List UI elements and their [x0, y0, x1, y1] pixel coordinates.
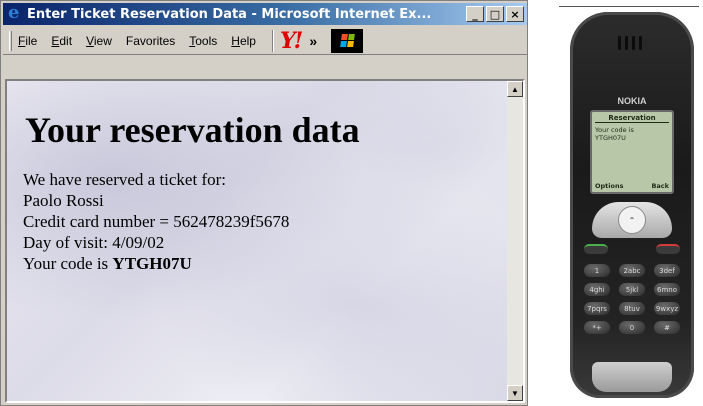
menu-view-label: iew	[93, 33, 112, 48]
key-5[interactable]: 5jkl	[619, 283, 645, 296]
phone-screen-line: Your code is	[595, 126, 634, 134]
nav-key-icon[interactable]: ⌃	[618, 206, 646, 234]
page-heading: Your reservation data	[25, 110, 360, 150]
key-1[interactable]: 1	[584, 264, 610, 277]
menu-favorites[interactable]: Favorites	[126, 34, 175, 48]
toolbar-grip[interactable]	[9, 30, 12, 51]
mobile-phone: NOKIA Reservation Your code is YTGH07U O…	[556, 0, 703, 406]
close-button[interactable]: ×	[506, 6, 524, 22]
title-bar[interactable]: Enter Ticket Reservation Data - Microsof…	[3, 2, 527, 25]
menu-edit-label: dit	[59, 33, 73, 48]
scroll-up-button[interactable]: ▲	[507, 81, 523, 97]
end-key-icon[interactable]	[656, 244, 680, 254]
key-7[interactable]: 7pqrs	[584, 302, 610, 315]
menu-favorites-label: avorites	[133, 33, 176, 48]
menu-tools[interactable]: Tools	[189, 34, 217, 48]
maximize-button[interactable]: □	[486, 6, 504, 22]
softkey-options[interactable]: Options	[595, 182, 623, 190]
phone-softkeys: Options Back	[595, 182, 669, 190]
key-2[interactable]: 2abc	[619, 264, 645, 277]
phone-body: NOKIA Reservation Your code is YTGH07U O…	[570, 12, 694, 398]
phone-screen-code: YTGH07U	[595, 134, 626, 142]
menu-tools-label: ools	[195, 33, 218, 48]
code-prefix: Your code is	[23, 254, 113, 273]
key-4[interactable]: 4ghi	[584, 283, 610, 296]
menu-help[interactable]: Help	[231, 34, 256, 48]
softkey-back[interactable]: Back	[651, 182, 669, 190]
call-key-icon[interactable]	[584, 244, 608, 254]
key-hash[interactable]: #	[654, 321, 680, 334]
toolbar-separator	[271, 29, 274, 52]
divider	[559, 6, 699, 7]
key-0[interactable]: 0	[619, 321, 645, 334]
menu-bar: File Edit View Favorites Tools Help Y! »	[3, 27, 527, 55]
menu-view-accel: V	[86, 33, 94, 48]
window-title: Enter Ticket Reservation Data - Microsof…	[27, 6, 432, 22]
phone-screen: Reservation Your code is YTGH07U Options…	[590, 110, 674, 194]
reservation-code: YTGH07U	[112, 254, 192, 273]
scroll-down-button[interactable]: ▼	[507, 385, 523, 401]
window-controls: _ □ ×	[466, 6, 524, 22]
keypad: 1 2abc 3def 4ghi 5jkl 6mno 7pqrs 8tuv 9w…	[584, 264, 680, 334]
reserved-for-text: We have reserved a ticket for:	[23, 170, 226, 189]
menu-help-accel: H	[231, 33, 240, 48]
key-9[interactable]: 9wxyz	[654, 302, 680, 315]
credit-card-number: Credit card number = 562478239f5678	[23, 212, 290, 231]
page-content: Your reservation data We have reserved a…	[7, 81, 507, 401]
page-viewport: Your reservation data We have reserved a…	[5, 79, 525, 403]
windows-logo-icon	[331, 28, 364, 53]
key-3[interactable]: 3def	[654, 264, 680, 277]
phone-brand: NOKIA	[617, 96, 647, 106]
key-6[interactable]: 6mno	[654, 283, 680, 296]
key-star[interactable]: *+	[584, 321, 610, 334]
customer-name: Paolo Rossi	[23, 191, 104, 210]
ie-logo-icon	[7, 2, 23, 23]
phone-bottom-cover	[592, 362, 672, 392]
menu-file[interactable]: File	[18, 34, 37, 48]
navigation-pad[interactable]: ⌃	[592, 202, 672, 238]
menu-file-label: ile	[25, 33, 38, 48]
phone-screen-title: Reservation	[595, 114, 669, 123]
yahoo-icon[interactable]: Y!	[280, 28, 303, 54]
key-8[interactable]: 8tuv	[619, 302, 645, 315]
menu-edit[interactable]: Edit	[51, 34, 72, 48]
browser-window: Enter Ticket Reservation Data - Microsof…	[0, 0, 528, 406]
reservation-code-line: Your code is YTGH07U	[23, 253, 491, 274]
vertical-scrollbar[interactable]: ▲ ▼	[507, 81, 523, 401]
menu-view[interactable]: View	[86, 34, 112, 48]
menu-help-label: elp	[239, 33, 256, 48]
day-of-visit: Day of visit: 4/09/02	[23, 233, 165, 252]
earpiece-icon	[618, 36, 642, 50]
more-chevron-icon[interactable]: »	[309, 33, 317, 49]
minimize-button[interactable]: _	[466, 6, 484, 22]
